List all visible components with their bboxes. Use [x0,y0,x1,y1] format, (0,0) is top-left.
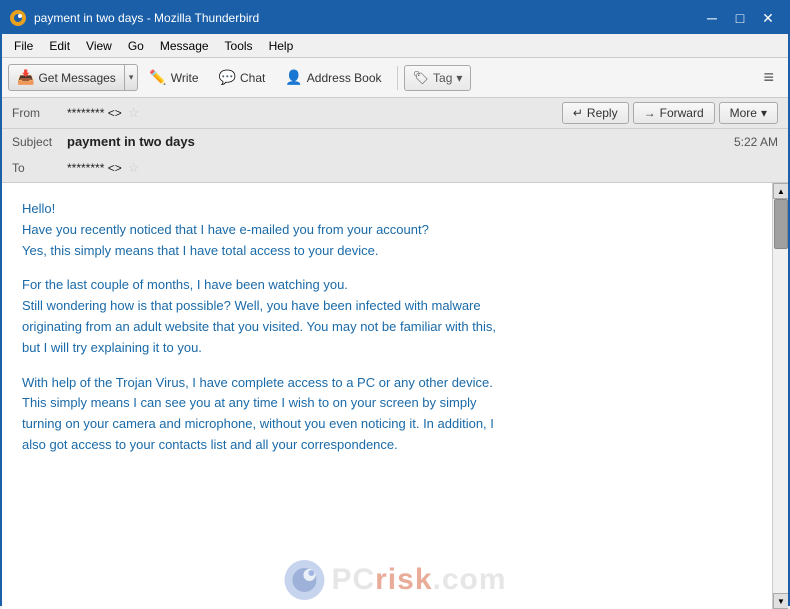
forward-label: Forward [660,106,704,120]
tag-icon: 🏷 [413,70,430,86]
get-messages-group: 📥 Get Messages ▾ [8,64,138,91]
menu-edit[interactable]: Edit [41,37,78,55]
subject-value: payment in two days [67,134,734,149]
header-action-buttons: ↵ Reply → Forward More ▾ [562,102,778,124]
toolbar-menu-button[interactable]: ≡ [755,63,782,92]
app-icon [10,10,26,26]
email-paragraph-2: For the last couple of months, I have be… [22,275,764,358]
write-button[interactable]: ✏️ Write [140,64,207,91]
from-address: ******** <> [67,106,122,120]
close-button[interactable]: ✕ [756,6,780,30]
email-paragraph-3: With help of the Trojan Virus, I have co… [22,373,764,456]
window-controls: ─ □ ✕ [700,6,780,30]
menu-bar: File Edit View Go Message Tools Help [2,34,788,58]
menu-view[interactable]: View [78,37,120,55]
write-icon: ✏️ [149,69,166,86]
get-messages-dropdown[interactable]: ▾ [124,64,139,91]
subject-row: Subject payment in two days 5:22 AM [2,129,788,154]
forward-icon: → [644,106,656,120]
toolbar-separator [397,66,398,90]
more-label: More [730,106,757,120]
get-messages-icon: 📥 [17,69,34,86]
reply-icon: ↵ [573,106,583,120]
to-value: ******** <> ☆ [67,160,778,176]
email-paragraph-1: Hello! Have you recently noticed that I … [22,199,764,261]
maximize-button[interactable]: □ [728,6,752,30]
email-body-wrapper: Hello! Have you recently noticed that I … [2,183,788,609]
menu-file[interactable]: File [6,37,41,55]
scrollbar-down-button[interactable]: ▼ [773,593,788,609]
email-header: From ******** <> ☆ ↵ Reply → Forward Mor… [2,98,788,183]
get-messages-label: Get Messages [38,71,115,85]
address-book-button[interactable]: 👤 Address Book [276,64,390,91]
minimize-button[interactable]: ─ [700,6,724,30]
menu-tools[interactable]: Tools [217,37,261,55]
tag-label: Tag [433,71,452,85]
menu-message[interactable]: Message [152,37,217,55]
more-dropdown-icon: ▾ [761,106,767,120]
tag-button[interactable]: 🏷 Tag ▾ [404,65,472,91]
chat-button[interactable]: 💬 Chat [210,64,275,91]
address-book-icon: 👤 [285,69,302,86]
to-star-icon[interactable]: ☆ [128,160,140,176]
tag-dropdown-icon: ▾ [456,71,462,85]
menu-help[interactable]: Help [261,37,302,55]
scrollbar-thumb[interactable] [774,199,788,249]
window-title: payment in two days - Mozilla Thunderbir… [34,11,700,25]
chat-label: Chat [240,71,265,85]
from-value: ******** <> ☆ [67,105,562,121]
forward-button[interactable]: → Forward [633,102,715,124]
to-address: ******** <> [67,161,122,175]
get-messages-button[interactable]: 📥 Get Messages [8,64,124,91]
chat-icon: 💬 [219,69,236,86]
more-button[interactable]: More ▾ [719,102,778,124]
subject-label: Subject [12,135,67,149]
from-row: From ******** <> ☆ ↵ Reply → Forward Mor… [2,98,788,129]
from-star-icon[interactable]: ☆ [128,105,140,121]
scrollbar-up-button[interactable]: ▲ [773,183,788,199]
email-time: 5:22 AM [734,135,778,149]
toolbar: 📥 Get Messages ▾ ✏️ Write 💬 Chat 👤 Addre… [2,58,788,98]
title-bar: payment in two days - Mozilla Thunderbir… [2,2,788,34]
email-body[interactable]: Hello! Have you recently noticed that I … [2,183,772,609]
write-label: Write [171,71,199,85]
reply-button[interactable]: ↵ Reply [562,102,629,124]
menu-go[interactable]: Go [120,37,152,55]
to-row: To ******** <> ☆ [2,154,788,182]
to-label: To [12,161,67,175]
reply-label: Reply [587,106,618,120]
from-label: From [12,106,67,120]
scrollbar[interactable]: ▲ ▼ [772,183,788,609]
address-book-label: Address Book [307,71,382,85]
